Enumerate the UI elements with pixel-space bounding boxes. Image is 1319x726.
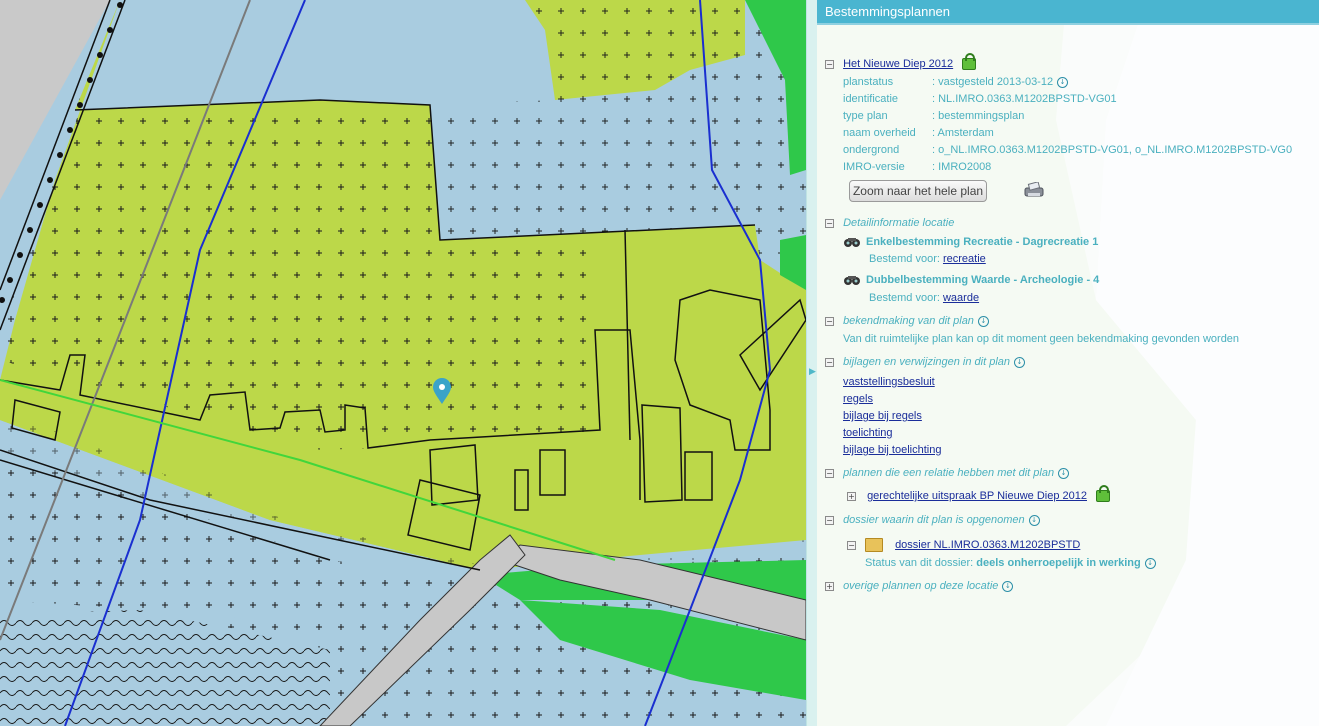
dossier-item: − dossier NL.IMRO.0363.M1202BPSTD	[847, 538, 1080, 552]
status-label: Status van dit dossier:	[865, 557, 974, 569]
field-label: type plan	[843, 110, 888, 122]
info-download-icon[interactable]: ↓	[1144, 557, 1156, 569]
field-label: naam overheid	[843, 127, 916, 139]
field-value: : NL.IMRO.0363.M1202BPSTD-VG01	[932, 93, 1117, 105]
collapse-toggle-icon[interactable]: −	[825, 357, 834, 367]
field-naam-overheid: naam overheid : Amsterdam	[843, 127, 994, 139]
dossier-status: Status van dit dossier: deels onherroepe…	[865, 557, 1156, 569]
field-label: identificatie	[843, 93, 899, 105]
detail-bestemd: Bestemd voor: waarde	[869, 292, 979, 304]
collapse-toggle-icon[interactable]: −	[825, 316, 834, 326]
field-value: : o_NL.IMRO.0363.M1202BPSTD-VG01, o_NL.I…	[932, 144, 1293, 156]
detail-bestemd: Bestemd voor: recreatie	[869, 253, 986, 265]
link-bijlage-bij-regels[interactable]: bijlage bij regels	[843, 410, 922, 422]
field-value: : Amsterdam	[932, 127, 994, 139]
collapse-toggle-icon[interactable]: −	[825, 59, 834, 69]
info-download-icon[interactable]: ↓	[977, 315, 989, 327]
collapse-toggle-icon[interactable]: −	[825, 515, 834, 525]
info-download-icon[interactable]: ↓	[1057, 76, 1069, 88]
info-download-icon[interactable]: ↓	[1002, 580, 1014, 592]
section-heading: overige plannen op deze locatie	[843, 580, 999, 592]
field-ondergrond: ondergrond : o_NL.IMRO.0363.M1202BPSTD-VG…	[843, 144, 1292, 156]
overige-section-header: + overige plannen op deze locatie ↓	[825, 580, 1014, 592]
detail-section-header: − Detailinformatie locatie	[825, 217, 954, 229]
field-label: planstatus	[843, 76, 894, 88]
field-identificatie: identificatie : NL.IMRO.0363.M1202BPSTD-V…	[843, 93, 1117, 105]
field-imro-versie: IMRO-versie : IMRO2008	[843, 161, 991, 173]
section-heading: bekendmaking van dit plan	[843, 315, 974, 327]
plan-header: − Het Nieuwe Diep 2012	[825, 53, 977, 71]
detail-title: Dubbelbestemming Waarde - Archeologie - …	[866, 274, 1100, 286]
detail-title: Enkelbestemming Recreatie - Dagrecreatie…	[866, 236, 1099, 248]
collapse-toggle-icon[interactable]: −	[825, 218, 834, 228]
link-toelichting[interactable]: toelichting	[843, 427, 893, 439]
field-type-plan: type plan : bestemmingsplan	[843, 110, 1024, 122]
bestemd-label: Bestemd voor:	[869, 253, 940, 265]
bijlagen-section-header: − bijlagen en verwijzingen in dit plan ↓	[825, 356, 1026, 368]
panel-title: Bestemmingsplannen	[817, 0, 1319, 23]
section-heading: dossier waarin dit plan is opgenomen	[843, 514, 1025, 526]
lock-icon	[962, 53, 977, 71]
relatie-item: + gerechtelijke uitspraak BP Nieuwe Diep…	[847, 485, 1111, 503]
title-divider	[817, 23, 1319, 25]
expand-toggle-icon[interactable]: +	[825, 581, 834, 591]
folder-icon	[865, 538, 884, 552]
collapse-toggle-icon[interactable]: −	[847, 540, 856, 550]
dossier-section-header: − dossier waarin dit plan is opgenomen ↓	[825, 514, 1040, 526]
map-canvas[interactable]	[0, 0, 806, 726]
field-label: ondergrond	[843, 144, 900, 156]
detail-item-waarde: Dubbelbestemming Waarde - Archeologie - …	[843, 274, 1099, 286]
field-planstatus: planstatus : vastgesteld 2013-03-12 ↓	[843, 76, 1069, 88]
info-download-icon[interactable]: ↓	[1028, 514, 1040, 526]
expand-toggle-icon[interactable]: +	[847, 491, 856, 501]
bestemd-link[interactable]: waarde	[943, 292, 979, 304]
field-label: IMRO-versie	[843, 161, 905, 173]
field-value: : IMRO2008	[932, 161, 992, 173]
relaties-section-header: − plannen die een relatie hebben met dit…	[825, 467, 1070, 479]
expand-arrow-icon[interactable]: ▶	[809, 366, 816, 377]
bekendmaking-text: Van dit ruimtelijke plan kan op dit mome…	[843, 333, 1240, 345]
printer-icon[interactable]	[1023, 182, 1045, 198]
link-vaststellingsbesluit[interactable]: vaststellingsbesluit	[843, 376, 935, 388]
section-heading: bijlagen en verwijzingen in dit plan	[843, 356, 1011, 368]
bestemmingsplannen-panel: ▶ Bestemmingsplannen − Het Nieuwe Diep 2…	[806, 0, 1319, 726]
lock-icon	[1096, 485, 1111, 503]
collapse-toggle-icon[interactable]: −	[825, 468, 834, 478]
panel-collapse-strip[interactable]: ▶	[807, 0, 817, 726]
bekendmaking-section-header: − bekendmaking van dit plan ↓	[825, 315, 989, 327]
field-value: : bestemmingsplan	[932, 110, 1025, 122]
detail-item-recreatie: Enkelbestemming Recreatie - Dagrecreatie…	[843, 236, 1098, 248]
binoculars-icon[interactable]	[843, 275, 861, 286]
field-value: : vastgesteld 2013-03-12	[932, 76, 1054, 88]
info-download-icon[interactable]: ↓	[1014, 356, 1026, 368]
section-heading: plannen die een relatie hebben met dit p…	[843, 467, 1055, 479]
bestemd-label: Bestemd voor:	[869, 292, 940, 304]
binoculars-icon[interactable]	[843, 237, 861, 248]
relatie-link[interactable]: gerechtelijke uitspraak BP Nieuwe Diep 2…	[867, 490, 1087, 502]
link-bijlage-bij-toelichting[interactable]: bijlage bij toelichting	[843, 444, 941, 456]
section-heading: Detailinformatie locatie	[843, 217, 955, 229]
zoom-to-plan-button[interactable]: Zoom naar het hele plan	[849, 180, 987, 202]
link-regels[interactable]: regels	[843, 393, 873, 405]
info-download-icon[interactable]: ↓	[1058, 467, 1070, 479]
bestemd-link[interactable]: recreatie	[943, 253, 986, 265]
dossier-link[interactable]: dossier NL.IMRO.0363.M1202BPSTD	[895, 539, 1080, 551]
plan-name-link[interactable]: Het Nieuwe Diep 2012	[843, 58, 953, 70]
status-value: deels onherroepelijk in werking	[976, 557, 1141, 569]
